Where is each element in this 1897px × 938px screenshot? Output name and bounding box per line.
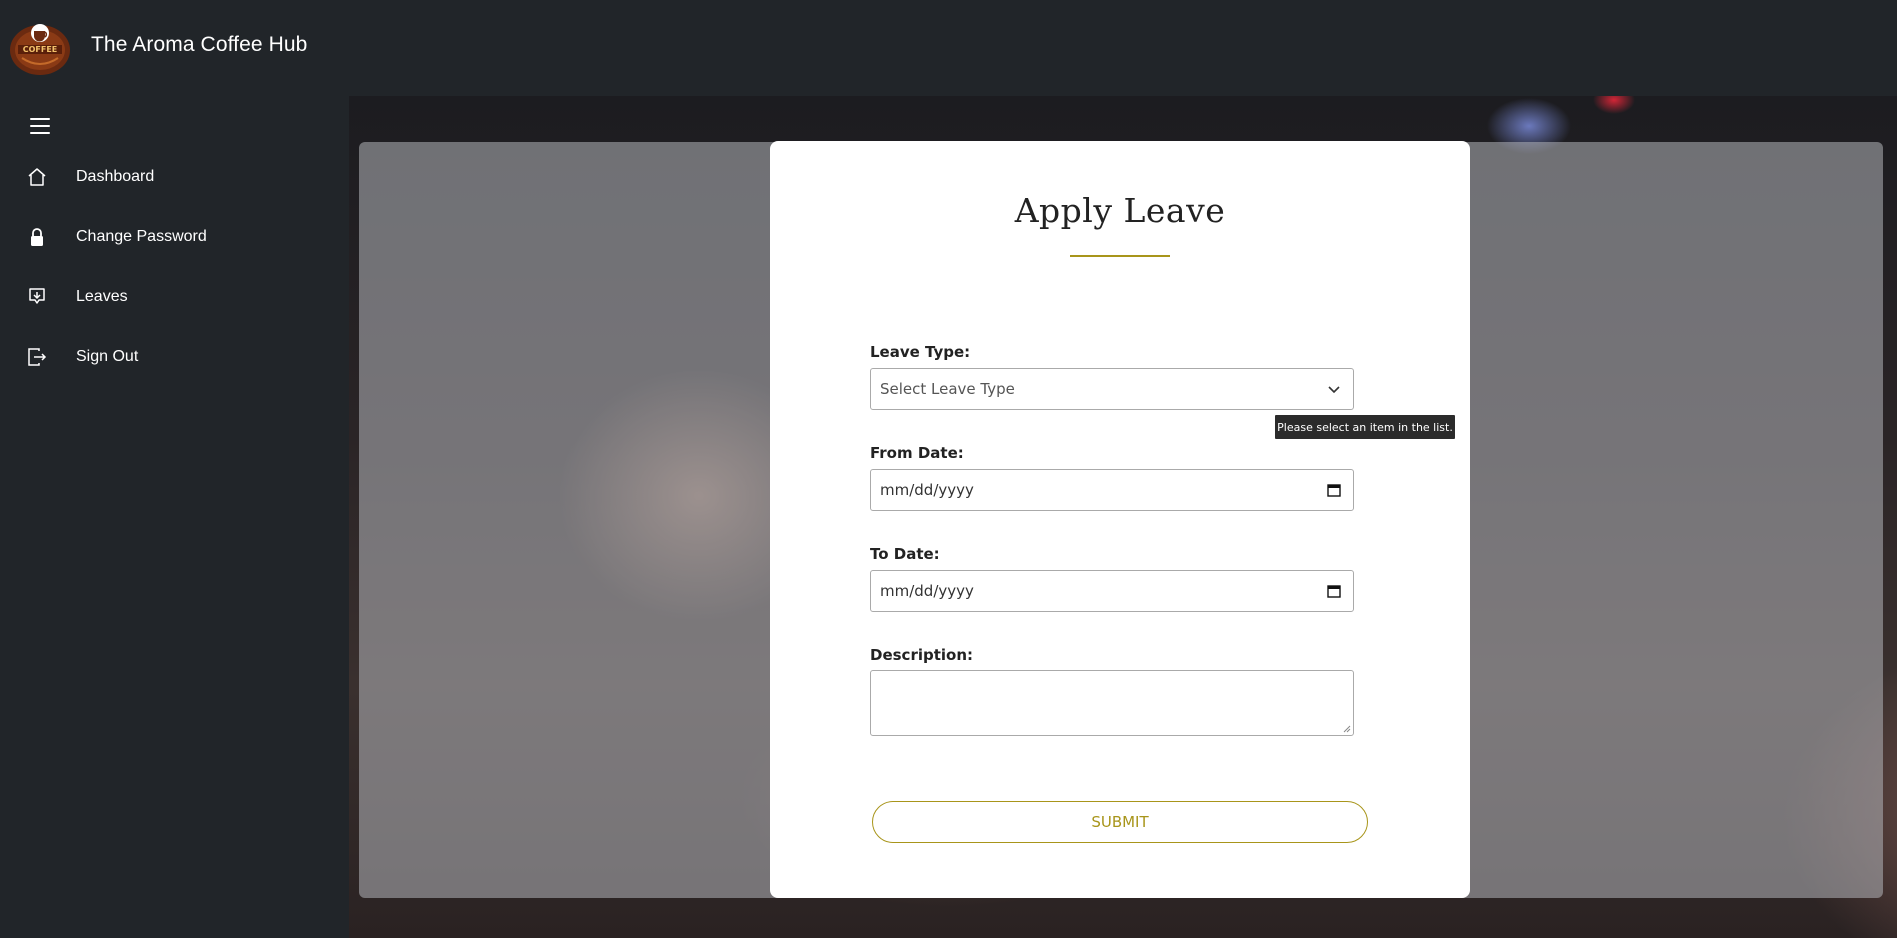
submit-button[interactable]: SUBMIT: [872, 801, 1368, 843]
sign-out-icon: [26, 346, 48, 368]
to-date-placeholder: mm/dd/yyyy: [880, 582, 974, 600]
download-box-icon: [26, 286, 48, 308]
calendar-icon[interactable]: [1325, 481, 1343, 499]
from-date-input[interactable]: mm/dd/yyyy: [870, 469, 1354, 511]
leave-type-selected-value: Select Leave Type: [880, 380, 1015, 398]
lock-icon: [26, 226, 48, 248]
validation-tooltip: Please select an item in the list.: [1275, 415, 1455, 439]
sidebar-item-label: Change Password: [76, 228, 207, 245]
sidebar-item-dashboard[interactable]: Dashboard: [0, 157, 348, 197]
resize-handle-icon[interactable]: [1343, 725, 1351, 733]
description-textarea[interactable]: [870, 670, 1354, 736]
description-label: Description:: [870, 646, 974, 664]
sidebar-item-label: Leaves: [76, 288, 128, 305]
sidebar-item-change-password[interactable]: Change Password: [0, 217, 348, 257]
from-date-label: From Date:: [870, 444, 964, 462]
calendar-icon[interactable]: [1325, 582, 1343, 600]
hamburger-menu-icon[interactable]: [30, 118, 50, 136]
svg-text:COFFEE: COFFEE: [23, 45, 58, 54]
leave-type-label: Leave Type:: [870, 343, 971, 361]
to-date-input[interactable]: mm/dd/yyyy: [870, 570, 1354, 612]
coffee-logo-icon: COFFEE: [10, 24, 70, 75]
from-date-placeholder: mm/dd/yyyy: [880, 481, 974, 499]
title-underline: [1070, 255, 1170, 257]
page-title: Apply Leave: [1014, 191, 1226, 230]
to-date-label: To Date:: [870, 545, 940, 563]
chevron-down-icon: [1325, 380, 1343, 398]
app-title: The Aroma Coffee Hub: [91, 33, 308, 56]
sidebar-item-leaves[interactable]: Leaves: [0, 277, 348, 317]
apply-leave-card: Apply Leave Leave Type: Select Leave Typ…: [770, 141, 1470, 898]
home-icon: [26, 166, 48, 188]
sidebar-item-label: Dashboard: [76, 168, 155, 185]
top-bar: COFFEE The Aroma Coffee Hub: [0, 0, 1897, 96]
brand-logo[interactable]: COFFEE: [8, 18, 72, 76]
sidebar-item-label: Sign Out: [76, 348, 139, 365]
sidebar-item-sign-out[interactable]: Sign Out: [0, 337, 348, 377]
leave-type-select[interactable]: Select Leave Type: [870, 368, 1354, 410]
